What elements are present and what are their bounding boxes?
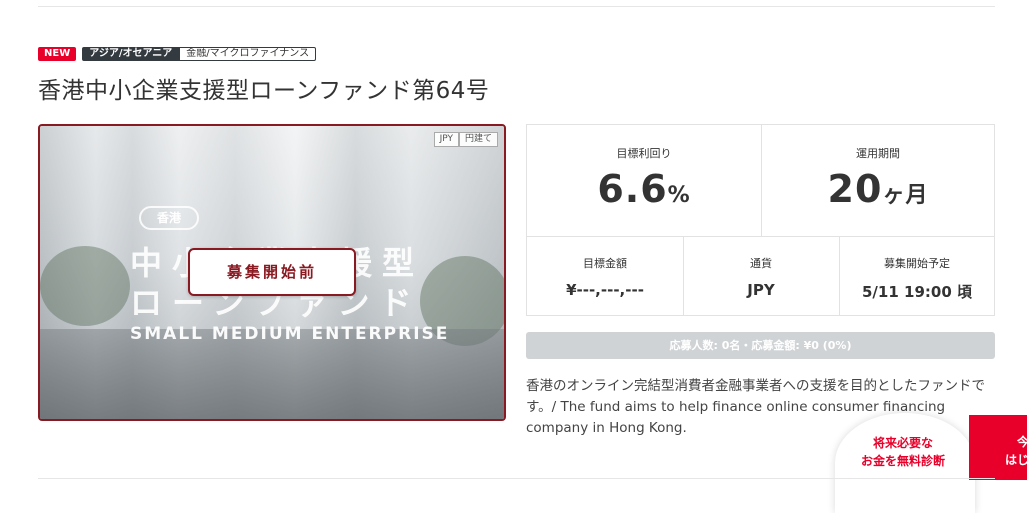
badge-currency: JPY: [433, 132, 459, 147]
status-button[interactable]: 募集開始前: [188, 248, 356, 296]
start-label: 募集開始予定: [884, 257, 950, 270]
new-badge: NEW: [38, 47, 77, 61]
term-cell: 運用期間 20ヶ月: [761, 125, 995, 236]
bottom-divider: [38, 478, 995, 479]
fund-hero-image[interactable]: JPY 円建て 香港 中小企業支援型 ローンファンド SMALL MEDIUM …: [38, 124, 506, 421]
yield-value: 6.6%: [597, 167, 691, 211]
tree-foliage: [40, 246, 130, 326]
tag-row: NEW アジア/オセアニア 金融/マイクロファイナンス: [38, 46, 317, 62]
currency-label: 通貨: [750, 257, 772, 270]
funding-progress-bar: 応募人数: 0名・応募金額: ¥0 (0%): [526, 332, 995, 359]
fund-title[interactable]: 香港中小企業支援型ローンファンド第64号: [38, 76, 489, 106]
category-tag[interactable]: 金融/マイクロファイナンス: [179, 47, 317, 61]
amount-cell: 目標金額 ¥---,---,---: [527, 236, 684, 316]
start-cell: 募集開始予定 5/11 19:00 頃: [839, 236, 995, 316]
term-value: 20ヶ月: [827, 167, 929, 211]
start-value: 5/11 19:00 頃: [862, 283, 972, 301]
hero-english-text: SMALL MEDIUM ENTERPRISE: [130, 324, 450, 344]
region-tag[interactable]: アジア/オセアニア: [82, 47, 180, 61]
badge-yen: 円建て: [458, 132, 498, 147]
amount-value: ¥---,---,---: [566, 281, 644, 299]
hero-location-pill: 香港: [139, 206, 199, 230]
cta-side-line1: 今: [1017, 435, 1027, 449]
term-label: 運用期間: [856, 147, 900, 160]
progress-text: 応募人数: 0名・応募金額: ¥0 (0%): [669, 339, 852, 352]
amount-label: 目標金額: [583, 257, 627, 270]
cta-line1: 将来必要な: [872, 436, 933, 450]
diagnosis-cta-text[interactable]: 将来必要な お金を無料診断: [844, 434, 962, 470]
top-divider: [38, 6, 995, 7]
fund-stats-panel: 目標利回り 6.6% 運用期間 20ヶ月 目標金額 ¥---,---,--- 通…: [526, 124, 995, 316]
currency-badges: JPY 円建て: [433, 132, 498, 147]
cta-side-line2: はじ: [1005, 453, 1027, 467]
currency-cell: 通貨 JPY: [683, 236, 840, 316]
yield-cell: 目標利回り 6.6%: [527, 125, 762, 236]
yield-label: 目標利回り: [616, 147, 672, 160]
start-now-cta-button[interactable]: 今 はじ: [969, 415, 1027, 480]
currency-value: JPY: [747, 281, 775, 299]
cta-line2: お金を無料診断: [860, 454, 945, 468]
